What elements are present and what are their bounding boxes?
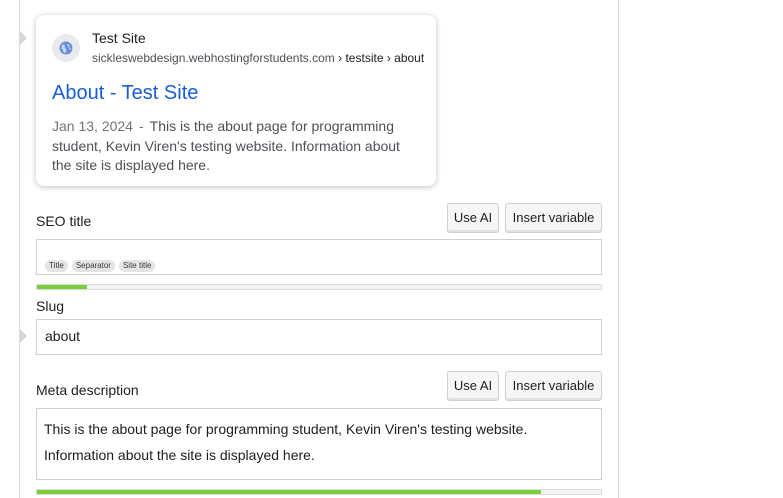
seo-editor-stage: Test Site sickleswebdesign.webhostingfor… (0, 0, 783, 498)
preview-url-domain: sickleswebdesign.webhostingforstudents.c… (92, 51, 335, 65)
preview-url-breadcrumb: › testsite › about (338, 51, 425, 65)
seo-title-input[interactable]: Title Separator Site title (36, 239, 602, 275)
globe-icon (59, 41, 73, 55)
meta-description-progress-bar (36, 489, 602, 495)
collapse-arrow-icon[interactable] (20, 31, 27, 45)
seo-title-progress-bar (36, 284, 602, 290)
preview-title-link[interactable]: About - Test Site (52, 82, 198, 105)
preview-date: Jan 13, 2024 (52, 118, 133, 134)
seo-title-label: SEO title (36, 213, 92, 229)
seo-title-use-ai-button[interactable]: Use AI (447, 203, 499, 233)
slug-input-value: about (45, 328, 81, 344)
variable-pill-separator[interactable]: Separator (71, 260, 115, 272)
preview-site-name: Test Site (92, 30, 146, 46)
meta-description-label: Meta description (36, 382, 139, 398)
seo-title-insert-variable-button[interactable]: Insert variable (505, 203, 602, 233)
meta-description-use-ai-button[interactable]: Use AI (447, 371, 499, 401)
preview-url: sickleswebdesign.webhostingforstudents.c… (92, 51, 427, 65)
preview-date-separator: - (138, 118, 144, 134)
meta-description-input[interactable]: This is the about page for programming s… (36, 408, 602, 480)
variable-pill-site-title[interactable]: Site title (118, 260, 156, 272)
collapse-arrow-icon[interactable] (20, 329, 27, 343)
preview-description: Jan 13, 2024- This is the about page for … (52, 117, 414, 176)
slug-input[interactable]: about (36, 319, 602, 355)
variable-pill-title[interactable]: Title (45, 260, 68, 272)
site-favicon (52, 34, 80, 62)
seo-title-progress-fill (37, 285, 87, 289)
slug-label: Slug (36, 298, 65, 314)
meta-description-insert-variable-button[interactable]: Insert variable (505, 371, 602, 401)
google-preview-card: Test Site sickleswebdesign.webhostingfor… (36, 15, 436, 186)
meta-description-value: This is the about page for programming s… (44, 421, 528, 463)
meta-description-progress-fill (37, 490, 541, 494)
